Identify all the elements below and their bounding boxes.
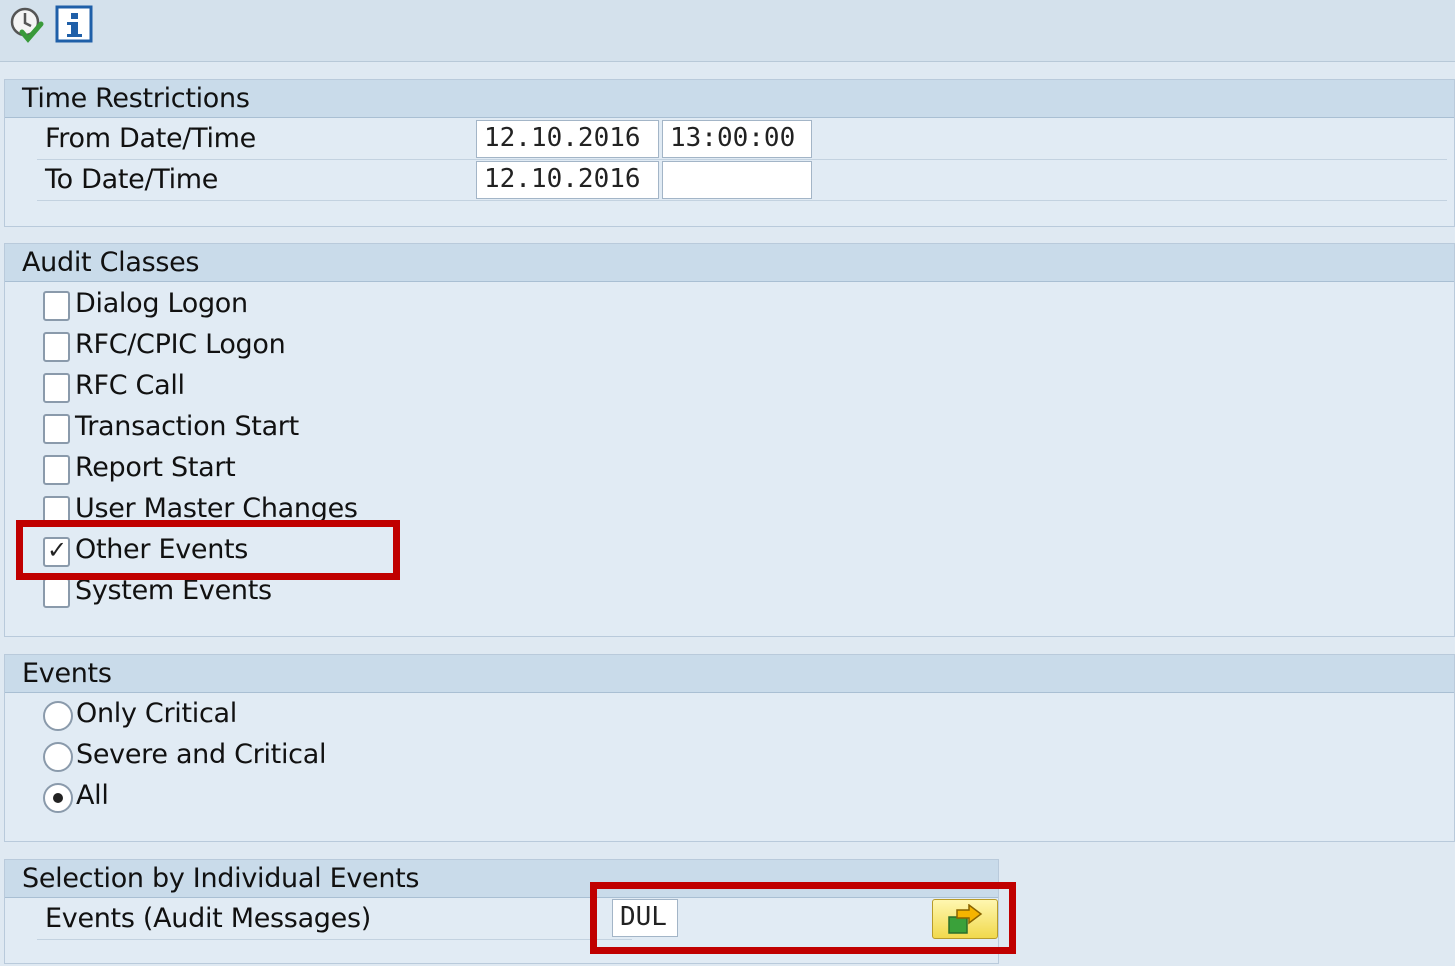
checkbox-box[interactable]	[43, 496, 70, 526]
to-date-input[interactable]: 12.10.2016	[476, 161, 659, 199]
radio-label: All	[76, 780, 109, 811]
checkbox-label: System Events	[75, 575, 272, 606]
to-datetime-label: To Date/Time	[45, 164, 219, 195]
multiple-selection-button[interactable]	[932, 899, 998, 939]
time-restrictions-title: Time Restrictions	[5, 80, 1454, 118]
checkmark-icon: ✓	[47, 536, 67, 564]
checkbox-label: Transaction Start	[75, 411, 299, 442]
checkbox-label: User Master Changes	[75, 493, 358, 524]
from-date-input[interactable]: 12.10.2016	[476, 120, 659, 158]
radio-circle[interactable]	[43, 742, 73, 772]
from-time-input[interactable]: 13:00:00	[662, 120, 812, 158]
audit-messages-row: Events (Audit Messages)	[37, 899, 632, 940]
checkbox-box[interactable]	[43, 414, 70, 444]
checkbox-box[interactable]	[43, 373, 70, 403]
individual-events-group: Selection by Individual Events Events (A…	[4, 859, 999, 964]
execute-clock-check-icon[interactable]	[8, 4, 46, 44]
checkbox-box[interactable]: ✓	[43, 536, 70, 567]
events-group: Events Only Critical Severe and Critical…	[4, 654, 1455, 842]
time-restrictions-group: Time Restrictions From Date/Time To Date…	[4, 79, 1455, 227]
radio-label: Severe and Critical	[76, 739, 327, 770]
multiple-selection-arrow-icon	[948, 904, 983, 934]
checkbox-label: Report Start	[75, 452, 236, 483]
checkbox-box[interactable]	[43, 291, 70, 321]
to-time-input[interactable]	[662, 161, 812, 199]
checkbox-label: RFC Call	[75, 370, 185, 401]
checkbox-label: RFC/CPIC Logon	[75, 329, 286, 360]
info-icon[interactable]	[55, 4, 93, 44]
radio-dot	[53, 793, 63, 803]
audit-classes-title: Audit Classes	[5, 244, 1454, 282]
individual-events-title: Selection by Individual Events	[5, 860, 998, 898]
events-title: Events	[5, 655, 1454, 693]
toolbar	[0, 0, 1455, 62]
checkbox-box[interactable]	[43, 455, 70, 485]
audit-classes-group: Audit Classes Dialog Logon RFC/CPIC Logo…	[4, 243, 1455, 637]
radio-circle[interactable]	[43, 783, 73, 813]
from-datetime-label: From Date/Time	[45, 123, 256, 154]
audit-messages-label: Events (Audit Messages)	[45, 903, 371, 934]
audit-messages-input[interactable]: DUL	[612, 899, 678, 937]
radio-circle[interactable]	[43, 701, 73, 731]
checkbox-label: Dialog Logon	[75, 288, 248, 319]
checkbox-label: Other Events	[75, 534, 249, 565]
radio-label: Only Critical	[76, 698, 237, 729]
checkbox-box[interactable]	[43, 332, 70, 362]
checkbox-box[interactable]	[43, 578, 70, 608]
